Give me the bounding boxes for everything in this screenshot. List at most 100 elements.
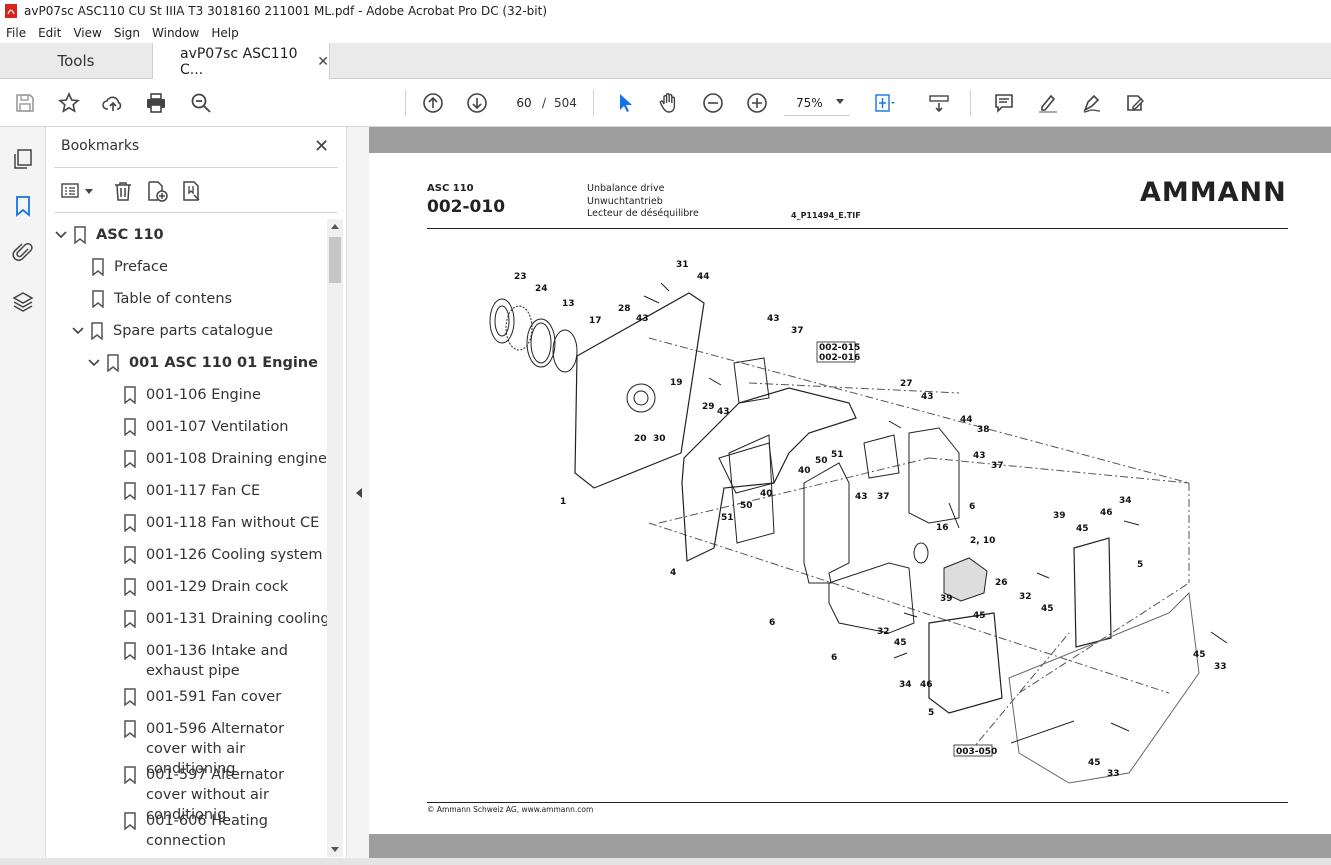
bookmark-item[interactable]: 001-126 Cooling system [124,545,323,565]
bottom-scrollbar[interactable] [0,858,1331,865]
callout-label: 5 [928,708,934,718]
callout-label: 46 [920,680,933,690]
bookmark-item[interactable]: 001-129 Drain cock [124,577,288,597]
chevron-down-icon[interactable] [71,321,85,341]
bookmark-label: 001-126 Cooling system [146,547,323,563]
scroll-up-icon[interactable] [331,224,339,229]
zoom-out-icon[interactable] [701,91,725,115]
menu-window[interactable]: Window [146,26,205,40]
callout-label: 23 [514,272,527,282]
callout-label: 43 [767,314,780,324]
bookmark-item[interactable]: 001-131 Draining cooling [124,609,330,629]
callout-label: 43 [973,451,986,461]
bookmark-icon [107,354,119,372]
scroll-mode-icon[interactable] [927,91,951,115]
callout-label: 6 [769,618,775,628]
bookmark-icon [124,578,136,596]
bookmark-item[interactable]: Preface [92,257,168,277]
chevron-down-icon[interactable] [54,225,68,245]
callout-label: 45 [973,611,986,621]
bookmark-label: 001-136 Intake and exhaust pipe [146,643,288,679]
scroll-down-icon[interactable] [331,847,339,852]
star-icon[interactable] [57,91,81,115]
menu-file[interactable]: File [0,26,32,40]
close-panel-icon[interactable]: ✕ [314,136,329,157]
layers-icon[interactable] [11,289,35,313]
close-tab-icon[interactable]: ✕ [317,54,329,70]
zoom-search-icon[interactable] [189,91,213,115]
next-page-icon[interactable] [465,91,489,115]
menu-view[interactable]: View [67,26,107,40]
bookmark-label: 001-106 Engine [146,387,261,403]
callout-label: 32 [877,627,890,637]
bookmark-item[interactable]: 001-117 Fan CE [124,481,260,501]
bookmarks-icon[interactable] [11,194,35,218]
bookmark-icon [124,514,136,532]
acrobat-icon [5,4,17,18]
callout-label: 34 [899,680,912,690]
callout-label: 33 [1214,662,1227,672]
window-title-bar: avP07sc ASC110 CU St IIIA T3 3018160 211… [0,0,1331,22]
callout-label: 28 [618,304,631,314]
collapse-panel-icon[interactable] [356,488,362,498]
callout-label: 37 [791,326,804,336]
bookmarks-scrollbar[interactable] [327,219,343,857]
page-thumbnails-icon[interactable] [11,147,35,171]
callout-label: 32 [1019,592,1032,602]
bookmark-item[interactable]: 001-136 Intake and exhaust pipe [124,641,314,681]
callout-label: 40 [798,466,811,476]
bookmark-item[interactable]: 001-108 Draining engine [124,449,327,469]
callout-label: 50 [740,501,753,511]
bookmark-item[interactable]: 001 ASC 110 01 Engine [87,353,318,373]
draw-pen-icon[interactable] [1080,91,1104,115]
bookmark-item[interactable]: 001-118 Fan without CE [124,513,319,533]
bookmark-label: 001-107 Ventilation [146,419,289,435]
callout-label: 37 [877,492,890,502]
zoom-select[interactable]: 75% [784,90,850,116]
page-number-input[interactable]: 60 [509,90,539,116]
save-icon[interactable] [13,91,37,115]
menu-help[interactable]: Help [205,26,244,40]
upload-cloud-icon[interactable] [101,91,125,115]
bookmark-item[interactable]: 001-606 Heating connection [124,811,284,851]
ref-label: 002-016 [819,353,860,363]
callout-label: 37 [991,461,1004,471]
bookmark-item[interactable]: Table of contens [92,289,232,309]
bookmark-item[interactable]: 001-106 Engine [124,385,261,405]
panel-splitter[interactable] [346,127,369,865]
print-icon[interactable] [144,91,168,115]
footer-rule [427,802,1288,803]
callout-label: 51 [831,450,844,460]
menu-sign[interactable]: Sign [108,26,146,40]
fill-sign-icon[interactable] [1124,91,1148,115]
bookmark-item[interactable]: Spare parts catalogue [71,321,273,341]
bookmark-label: Table of contens [114,291,233,307]
callout-label: 24 [535,284,548,294]
bookmark-icon [124,812,136,830]
highlight-pen-icon[interactable] [1036,91,1060,115]
bookmark-item[interactable]: ASC 110 [54,225,164,245]
attachments-icon[interactable] [11,240,35,264]
delete-icon[interactable] [112,179,134,203]
fit-page-icon[interactable] [872,91,896,115]
tab-tools[interactable]: Tools [0,43,152,79]
previous-page-icon[interactable] [421,91,445,115]
callout-label: 34 [1119,496,1132,506]
find-bookmark-icon[interactable] [181,179,203,203]
comment-icon[interactable] [992,91,1016,115]
callout-label: 45 [1041,604,1054,614]
bookmark-item[interactable]: 001-591 Fan cover [124,687,281,707]
document-viewer[interactable]: ASC 110 002-010 Unbalance drive Unwuchta… [369,127,1331,865]
bookmark-item[interactable]: 001-107 Ventilation [124,417,289,437]
options-menu-icon[interactable] [60,179,93,203]
toolbar-divider [970,90,971,116]
chevron-down-icon[interactable] [87,353,101,373]
new-bookmark-icon[interactable] [146,179,168,203]
exploded-parts-drawing: 002-015 002-016 003-050 23 24 13 17 31 4… [489,260,1228,784]
menu-edit[interactable]: Edit [32,26,67,40]
tab-document[interactable]: avP07sc ASC110 C... ✕ [152,43,330,80]
select-arrow-icon[interactable] [612,91,636,115]
hand-icon[interactable] [657,91,681,115]
zoom-in-icon[interactable] [745,91,769,115]
scroll-thumb[interactable] [329,237,341,283]
